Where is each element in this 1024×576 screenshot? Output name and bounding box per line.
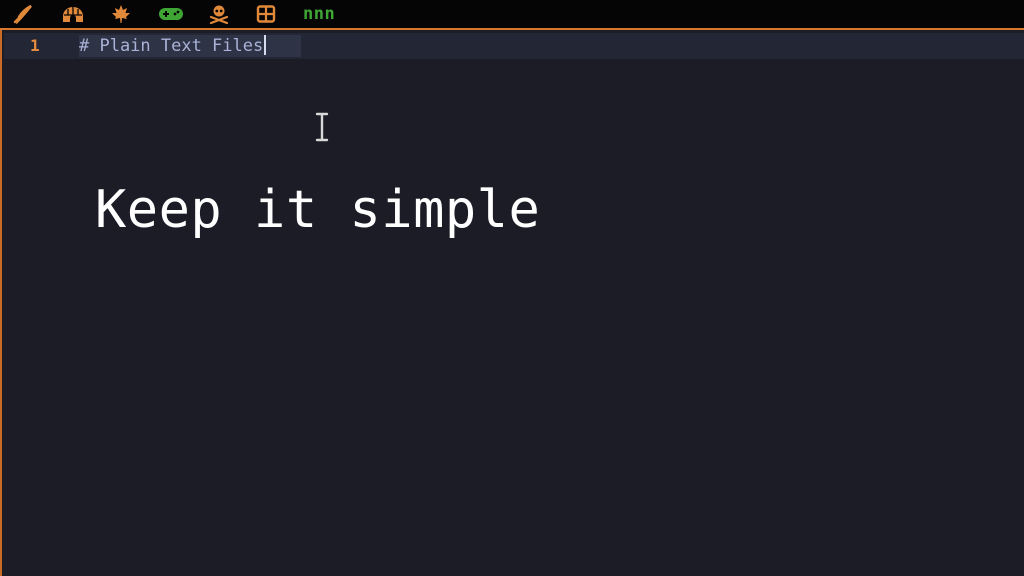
workspace-6-grid-window-icon[interactable] <box>254 3 278 25</box>
workspace-4-gamepad-icon[interactable] <box>157 3 185 25</box>
line-number: 1 <box>30 36 40 55</box>
workspace-bar: nnn <box>0 0 1024 30</box>
line-content[interactable]: # Plain Text Files <box>79 33 267 59</box>
igloo-icon <box>63 7 83 22</box>
overlay-caption: Keep it simple <box>95 180 541 240</box>
text-editor[interactable]: 1 # Plain Text Files <box>0 30 1024 576</box>
grid-window-icon <box>256 5 276 23</box>
workspace-1-quill-icon[interactable] <box>10 3 36 25</box>
workspace-2-igloo-icon[interactable] <box>60 3 86 25</box>
gamepad-icon <box>159 8 183 20</box>
text-cursor <box>264 35 267 55</box>
ibeam-cursor-icon <box>314 112 330 142</box>
workspace-3-maple-leaf-icon[interactable] <box>108 3 134 25</box>
line-text: # Plain Text Files <box>79 36 264 56</box>
active-workspace-label[interactable]: nnn <box>303 3 335 25</box>
maple-leaf-icon <box>112 5 130 23</box>
skull-crossbones-icon <box>209 5 229 24</box>
workspace-5-skull-crossbones-icon[interactable] <box>206 3 232 25</box>
current-line[interactable]: 1 # Plain Text Files <box>4 33 1024 59</box>
quill-icon <box>13 4 32 24</box>
